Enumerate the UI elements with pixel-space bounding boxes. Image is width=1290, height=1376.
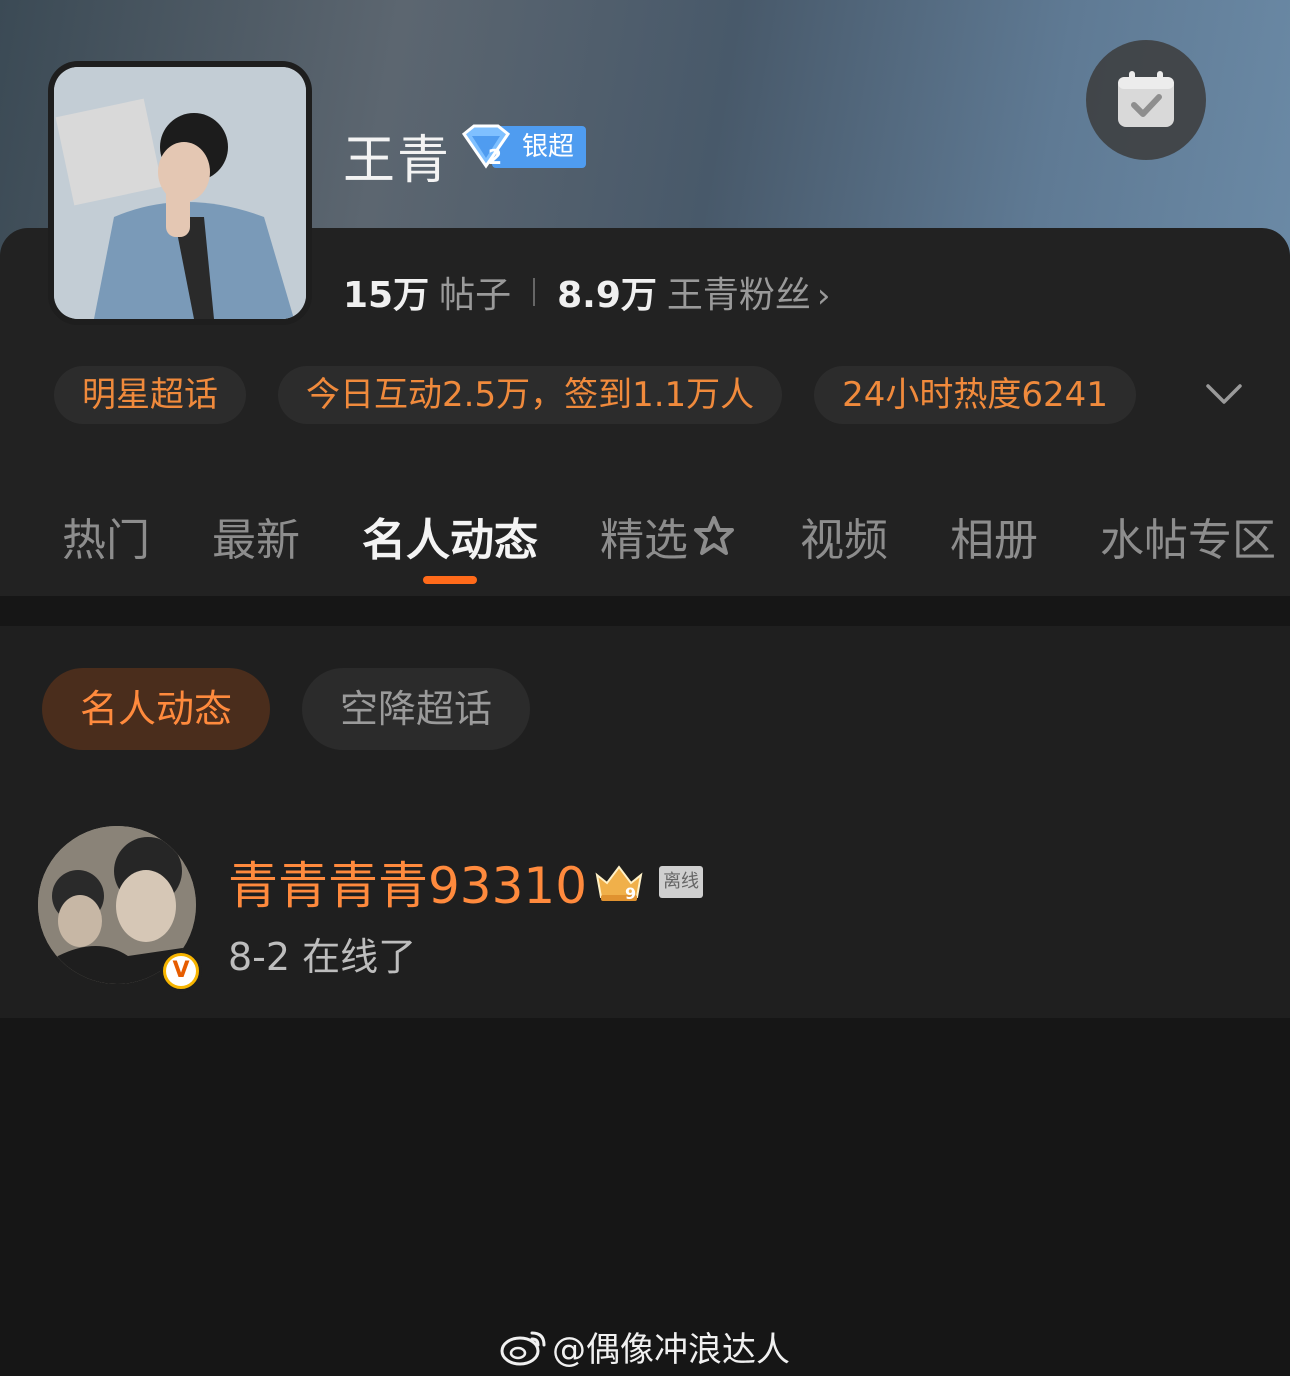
svg-text:2: 2 [488, 145, 502, 169]
info-chips: 明星超话 今日互动2.5万，签到1.1万人 24小时热度6241 [54, 366, 1136, 424]
topic-name: 王青 [343, 131, 452, 191]
chip-category[interactable]: 明星超话 [54, 366, 246, 424]
tab-album[interactable]: 相册 [950, 504, 1038, 568]
watermark-text: @偶像冲浪达人 [552, 1330, 790, 1370]
tab-video[interactable]: 视频 [800, 504, 888, 568]
checkin-button[interactable] [1086, 40, 1206, 160]
tab-hot[interactable]: 热门 [62, 504, 150, 568]
fans-count[interactable]: 8.9万 [557, 266, 657, 318]
chevron-down-icon[interactable] [1204, 376, 1244, 412]
list-item[interactable]: V 青青青青93310 9 离线 8-2 在线了 [38, 826, 1258, 992]
tab-water-posts[interactable]: 水帖专区 [1100, 504, 1276, 568]
subtab-celebrity-updates[interactable]: 名人动态 [42, 668, 271, 750]
calendar-check-icon [1118, 71, 1174, 127]
active-tab-indicator [423, 576, 477, 584]
topic-avatar[interactable] [48, 61, 312, 325]
tab-latest[interactable]: 最新 [212, 504, 300, 568]
posts-label: 帖子 [439, 275, 512, 316]
posts-count: 15万 [343, 275, 430, 316]
chevron-right-icon[interactable]: › [817, 276, 831, 316]
page: 王青 2 银超 15万 帖子 8.9万 王青粉丝 › 明星超话 今日互动2.5万… [0, 0, 1290, 1376]
crown-icon: 9 [595, 865, 643, 903]
tab-celebrity-updates[interactable]: 名人动态 [362, 504, 538, 568]
post-username-row: 青青青青93310 9 离线 [228, 846, 704, 918]
tab-featured-label: 精选 [600, 515, 688, 566]
watermark: @偶像冲浪达人 [500, 1322, 790, 1371]
verified-badge-icon: V [160, 950, 202, 992]
topic-avatar-image [54, 67, 306, 319]
weibo-logo-icon [500, 1331, 546, 1365]
subtab-airdrop[interactable]: 空降超话 [302, 668, 531, 750]
status-badge: 离线 [659, 866, 704, 898]
rank-badge[interactable]: 2 银超 [458, 124, 587, 170]
stats-divider [533, 278, 536, 306]
tab-bar: 热门 最新 名人动态 精选 视频 相册 水帖专区 [62, 504, 1290, 568]
fans-label[interactable]: 王青粉丝 [667, 266, 811, 318]
sub-tab-bar: 名人动态 空降超话 [42, 668, 531, 750]
topic-stats: 15万 帖子 8.9万 王青粉丝 › [343, 266, 831, 318]
feed-section: 名人动态 空降超话 V 青青青青93310 9 离线 8-2 在线了 [0, 626, 1290, 1018]
post-text: 8-2 在线了 [228, 935, 417, 979]
chip-heat[interactable]: 24小时热度6241 [814, 366, 1136, 424]
post-username[interactable]: 青青青青93310 [228, 846, 587, 918]
chip-activity[interactable]: 今日互动2.5万，签到1.1万人 [278, 366, 783, 424]
svg-text:9: 9 [625, 884, 636, 903]
diamond-rank-icon: 2 [461, 124, 511, 169]
tab-featured[interactable]: 精选 [600, 504, 738, 568]
star-icon [694, 516, 734, 555]
